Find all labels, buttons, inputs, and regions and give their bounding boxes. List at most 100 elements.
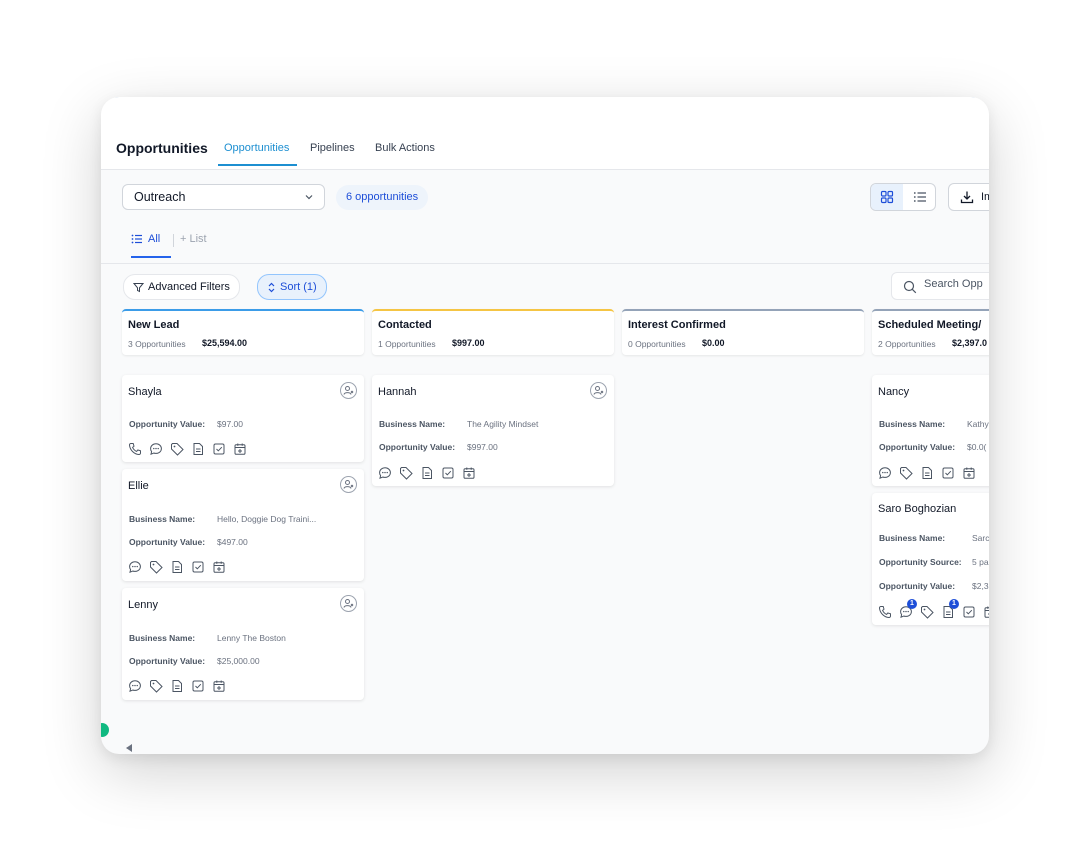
chat-icon[interactable] xyxy=(128,679,142,693)
column-header-contacted: Contacted 1 Opportunities $997.00 xyxy=(372,309,614,355)
column-header-new-lead: New Lead 3 Opportunities $25,594.00 xyxy=(122,309,364,355)
card-field-label: Business Name: xyxy=(879,533,946,543)
card-field-label: Business Name: xyxy=(879,419,946,429)
tab-bulk-actions[interactable]: Bulk Actions xyxy=(375,142,435,154)
note-icon[interactable] xyxy=(920,466,934,480)
column-amount: $2,397.0 xyxy=(952,338,988,348)
scroll-left-arrow[interactable] xyxy=(126,744,132,752)
card-action-icons xyxy=(128,442,247,456)
card-action-icons: 1 1 xyxy=(878,599,989,619)
advanced-filters-button[interactable]: Advanced Filters xyxy=(123,274,240,300)
opportunity-card[interactable]: Nancy Business Name: Kathy Opportunity V… xyxy=(872,375,989,486)
assign-user-button[interactable] xyxy=(340,476,357,493)
opportunity-card[interactable]: Saro Boghozian Business Name: Sarc Oppor… xyxy=(872,493,989,625)
sidebar-collapse-button[interactable] xyxy=(101,723,109,737)
add-list-button[interactable]: + List xyxy=(180,233,207,245)
filter-icon xyxy=(133,282,144,292)
list-icon xyxy=(131,234,142,244)
card-field-value: Hello, Doggie Dog Traini... xyxy=(217,514,317,524)
card-field-value: Lenny The Boston xyxy=(217,633,286,643)
task-icon[interactable] xyxy=(962,605,976,619)
note-icon[interactable] xyxy=(191,442,205,456)
import-button[interactable]: Im xyxy=(948,183,989,211)
task-icon[interactable] xyxy=(191,679,205,693)
list-tab-all[interactable]: All xyxy=(131,233,160,245)
tag-icon[interactable] xyxy=(399,466,413,480)
chat-icon[interactable] xyxy=(128,560,142,574)
column-name: New Lead xyxy=(128,319,180,331)
chat-icon[interactable] xyxy=(149,442,163,456)
note-icon[interactable]: 1 xyxy=(941,599,959,619)
card-field-label: Opportunity Value: xyxy=(129,537,206,547)
card-field-label: Opportunity Value: xyxy=(879,442,956,452)
opportunity-card[interactable]: Hannah Business Name: The Agility Mindse… xyxy=(372,375,614,486)
import-button-label: Im xyxy=(981,191,989,203)
tag-icon[interactable] xyxy=(149,560,163,574)
chevron-down-icon xyxy=(305,195,313,200)
sort-button[interactable]: Sort (1) xyxy=(257,274,327,300)
phone-icon[interactable] xyxy=(878,605,892,619)
tag-icon[interactable] xyxy=(899,466,913,480)
search-input[interactable] xyxy=(924,278,989,290)
opportunity-card[interactable]: Shayla Opportunity Value: $97.00 xyxy=(122,375,364,462)
phone-icon[interactable] xyxy=(128,442,142,456)
card-action-icons xyxy=(128,679,226,693)
search-icon xyxy=(903,280,917,294)
tab-opportunities[interactable]: Opportunities xyxy=(224,142,289,154)
calendar-icon[interactable] xyxy=(233,442,247,456)
tag-icon[interactable] xyxy=(170,442,184,456)
opportunity-card[interactable]: Lenny Business Name: Lenny The Boston Op… xyxy=(122,588,364,700)
calendar-icon[interactable] xyxy=(212,679,226,693)
chat-icon[interactable] xyxy=(878,466,892,480)
assign-user-button[interactable] xyxy=(340,595,357,612)
task-icon[interactable] xyxy=(191,560,205,574)
column-count: 3 Opportunities xyxy=(128,339,186,349)
task-icon[interactable] xyxy=(212,442,226,456)
card-field-value: 5 pa xyxy=(972,557,989,567)
calendar-icon[interactable] xyxy=(983,605,989,619)
opportunity-count-badge: 6 opportunities xyxy=(336,185,429,210)
card-field-value: $2,3 xyxy=(972,581,989,591)
chat-icon[interactable]: 1 xyxy=(899,599,917,619)
column-count: 0 Opportunities xyxy=(628,339,686,349)
calendar-icon[interactable] xyxy=(212,560,226,574)
pipeline-select-value: Outreach xyxy=(134,190,186,204)
column-amount: $0.00 xyxy=(702,338,725,348)
unread-badge: 1 xyxy=(949,599,959,609)
card-contact-name: Saro Boghozian xyxy=(878,503,957,515)
sort-icon xyxy=(268,282,275,292)
tag-icon[interactable] xyxy=(920,605,934,619)
task-icon[interactable] xyxy=(941,466,955,480)
card-field-label: Business Name: xyxy=(379,419,446,429)
tab-pipelines[interactable]: Pipelines xyxy=(310,142,355,154)
board-view-button[interactable] xyxy=(871,184,903,210)
card-field-label: Opportunity Value: xyxy=(379,442,456,452)
calendar-icon[interactable] xyxy=(462,466,476,480)
list-tab-all-label: All xyxy=(148,233,161,245)
card-contact-name: Lenny xyxy=(128,599,158,611)
card-field-value: The Agility Mindset xyxy=(467,419,539,429)
column-header-interest-confirmed: Interest Confirmed 0 Opportunities $0.00 xyxy=(622,309,864,355)
page-title: Opportunities xyxy=(116,140,208,156)
task-icon[interactable] xyxy=(441,466,455,480)
toolbar-divider xyxy=(101,263,989,264)
column-count: 1 Opportunities xyxy=(378,339,436,349)
view-toggle xyxy=(870,183,936,211)
note-icon[interactable] xyxy=(170,560,184,574)
list-view-button[interactable] xyxy=(904,184,935,210)
chat-icon[interactable] xyxy=(378,466,392,480)
card-field-value: Kathy xyxy=(967,419,989,429)
card-field-value: $97.00 xyxy=(217,419,243,429)
download-icon xyxy=(960,191,974,204)
pipeline-select[interactable]: Outreach xyxy=(122,184,325,210)
note-icon[interactable] xyxy=(170,679,184,693)
column-amount: $25,594.00 xyxy=(202,338,248,348)
assign-user-button[interactable] xyxy=(590,382,607,399)
active-tab-indicator xyxy=(218,164,297,166)
opportunity-card[interactable]: Ellie Business Name: Hello, Doggie Dog T… xyxy=(122,469,364,581)
assign-user-button[interactable] xyxy=(340,382,357,399)
column-amount: $997.00 xyxy=(452,338,485,348)
tag-icon[interactable] xyxy=(149,679,163,693)
calendar-icon[interactable] xyxy=(962,466,976,480)
note-icon[interactable] xyxy=(420,466,434,480)
